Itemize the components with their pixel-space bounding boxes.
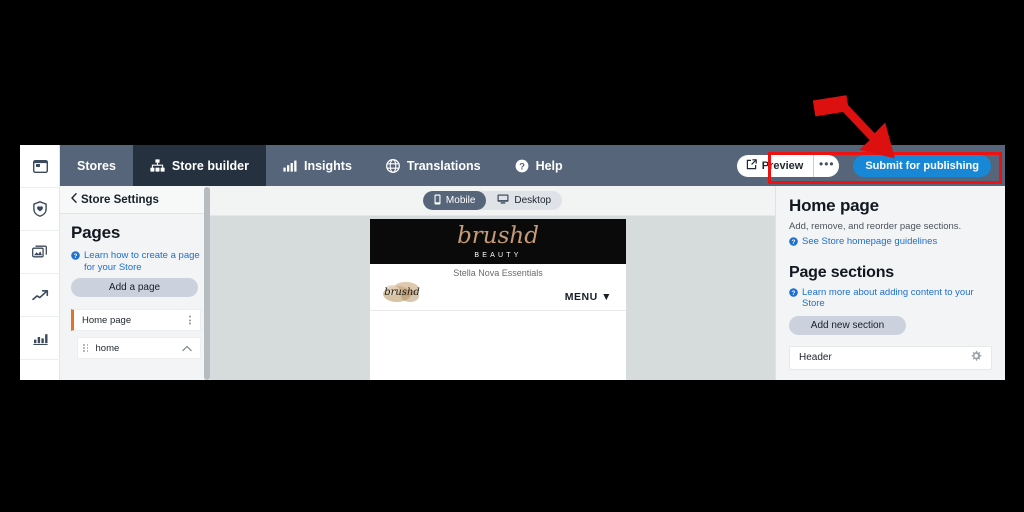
bar-chart-icon [283, 160, 297, 172]
nav-tab-store-builder[interactable]: Store builder [132, 145, 266, 186]
device-option-desktop[interactable]: Desktop [486, 191, 562, 210]
device-option-mobile[interactable]: Mobile [422, 191, 487, 210]
pages-title: Pages [71, 223, 121, 242]
page-title: Home page [789, 196, 879, 215]
create-page-help-label: Learn how to create a page for your Stor… [84, 250, 200, 273]
store-subwordmark: BEAUTY [474, 251, 522, 259]
chevron-left-icon [71, 193, 77, 206]
page-list-item-home-page[interactable]: Home page [71, 309, 201, 331]
preview-button[interactable]: Preview [737, 155, 814, 177]
back-to-store-settings-link[interactable]: Store Settings [60, 186, 209, 214]
page-properties-panel: Home page Add, remove, and reorder page … [775, 186, 1005, 380]
device-option-desktop-label: Desktop [514, 195, 552, 206]
shield-heart-icon[interactable] [20, 188, 60, 231]
store-menu-toggle[interactable]: MENU ▼ [565, 291, 612, 303]
nav-tab-insights-label: Insights [304, 158, 352, 173]
device-toggle: Mobile Desktop [422, 191, 563, 210]
nav-tab-help[interactable]: ? Help [498, 145, 580, 186]
page-list: Home page home [60, 309, 209, 359]
nav-tab-store-builder-label: Store builder [171, 158, 249, 173]
section-row-header[interactable]: Header [789, 345, 992, 370]
svg-text:brushd: brushd [384, 287, 420, 298]
svg-text:?: ? [519, 161, 525, 172]
page-list-item-label: Home page [82, 314, 132, 326]
globe-icon [385, 158, 400, 173]
page-list-item-label: home [95, 342, 120, 354]
browser-card-icon[interactable] [20, 145, 60, 188]
preview-canvas: Mobile Desktop brushd BEAUTY Stella Nova… [210, 186, 775, 380]
nav-tab-help-label: Help [535, 158, 563, 173]
question-circle-icon: ? [789, 237, 798, 250]
overflow-menu-label: ••• [819, 156, 835, 171]
add-a-page-label: Add a page [108, 282, 161, 293]
overflow-menu-button[interactable]: ••• [813, 154, 839, 177]
page-subtitle: Add, remove, and reorder page sections. [789, 221, 962, 232]
nav-tab-stores[interactable]: Stores [60, 145, 133, 186]
add-a-page-button[interactable]: Add a page [71, 278, 198, 297]
question-circle-icon: ? [71, 251, 80, 273]
question-circle-icon: ? [515, 159, 529, 173]
sitemap-icon [150, 159, 165, 172]
homepage-guidelines-label: See Store homepage guidelines [802, 236, 938, 247]
top-navigation-bar: Stores Store builder Insights Translatio… [60, 145, 1005, 186]
device-option-mobile-label: Mobile [445, 195, 476, 206]
nav-tab-insights[interactable]: Insights [266, 145, 369, 186]
back-link-label: Store Settings [81, 193, 159, 206]
trending-up-icon[interactable] [20, 274, 60, 317]
monitor-icon [497, 194, 509, 207]
preview-button-label: Preview [761, 159, 804, 172]
drag-handle-icon[interactable] [83, 344, 89, 352]
device-toolbar: Mobile Desktop [210, 186, 775, 216]
store-wordmark: brushd [457, 222, 539, 249]
store-preview-body [370, 311, 626, 380]
phone-icon [434, 194, 441, 208]
nav-action-group: Preview ••• Submit for publishing [736, 145, 1005, 186]
svg-text:?: ? [74, 253, 78, 260]
gear-icon[interactable] [970, 349, 982, 367]
store-banner: brushd BEAUTY [370, 219, 626, 264]
store-preview-frame: brushd BEAUTY Stella Nova Essentials bru… [370, 219, 626, 380]
svg-text:?: ? [792, 239, 796, 246]
store-name: Stella Nova Essentials [453, 268, 543, 278]
add-new-section-label: Add new section [810, 319, 885, 331]
store-builder-app: Stores Store builder Insights Translatio… [20, 145, 1005, 380]
svg-text:?: ? [792, 290, 796, 297]
store-settings-panel: Store Settings Pages ? Learn how to crea… [60, 186, 210, 380]
adding-content-help-label: Learn more about adding content to your … [802, 286, 974, 310]
page-sections-title: Page sections [789, 263, 895, 281]
page-list-item-home[interactable]: home [77, 337, 201, 359]
adding-content-help-link[interactable]: ? Learn more about adding content to you… [789, 282, 992, 310]
store-menu-label: MENU [564, 291, 598, 303]
nav-tab-translations-label: Translations [406, 158, 481, 173]
section-row-label: Header [799, 352, 832, 363]
bar-chart-icon[interactable] [20, 317, 60, 360]
nav-tab-translations[interactable]: Translations [369, 145, 498, 186]
icon-rail [20, 145, 60, 380]
chevron-down-icon: ▼ [601, 291, 612, 303]
add-new-section-button[interactable]: Add new section [789, 315, 906, 335]
kebab-menu-icon[interactable] [189, 315, 191, 325]
nav-tab-stores-label: Stores [77, 158, 116, 173]
create-page-help-link[interactable]: ? Learn how to create a page for your St… [60, 243, 209, 273]
preview-button-group: Preview ••• [736, 154, 840, 177]
store-logo-image: brushd [380, 278, 428, 306]
store-header: Stella Nova Essentials brushd MENU ▼ [370, 264, 626, 311]
images-icon[interactable] [20, 231, 60, 274]
homepage-guidelines-link[interactable]: ? See Store homepage guidelines [789, 232, 992, 250]
question-circle-icon: ? [789, 287, 798, 310]
submit-for-publishing-button[interactable]: Submit for publishing [853, 154, 991, 177]
submit-for-publishing-label: Submit for publishing [865, 159, 979, 172]
chevron-up-icon[interactable] [182, 339, 192, 357]
external-link-icon [746, 158, 757, 173]
